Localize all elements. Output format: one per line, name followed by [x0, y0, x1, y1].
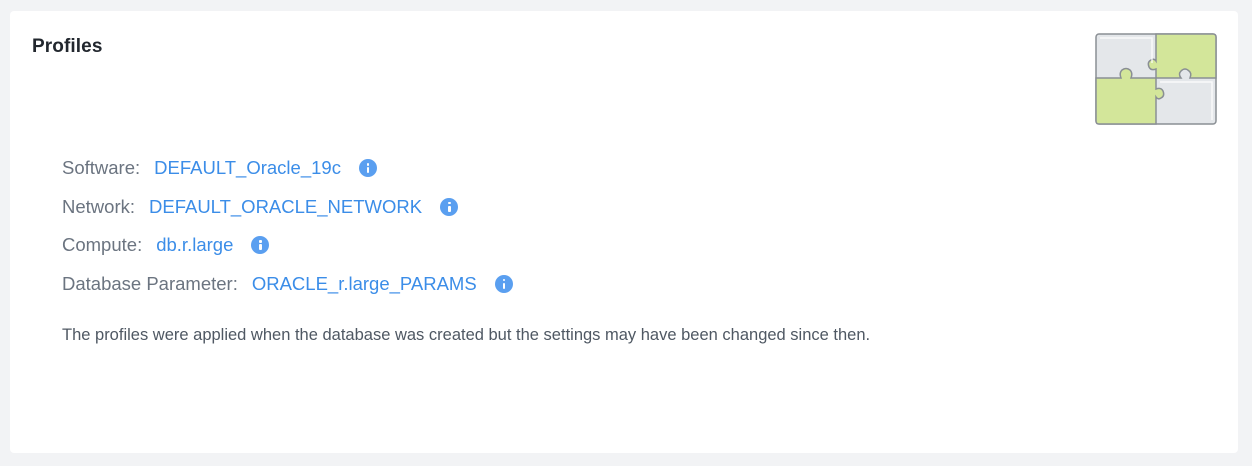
- info-icon[interactable]: [358, 159, 377, 178]
- profiles-card: Profiles Software: DEFAULT_Oracle_19c Ne…: [10, 11, 1238, 453]
- profiles-note: The profiles were applied when the datab…: [62, 326, 871, 344]
- profile-label: Software:: [62, 157, 141, 179]
- profile-row-software: Software: DEFAULT_Oracle_19c: [62, 149, 513, 188]
- database-parameter-profile-link[interactable]: ORACLE_r.large_PARAMS: [252, 273, 477, 295]
- network-profile-link[interactable]: DEFAULT_ORACLE_NETWORK: [149, 196, 422, 218]
- card-title: Profiles: [32, 36, 103, 57]
- profile-row-network: Network: DEFAULT_ORACLE_NETWORK: [62, 188, 513, 227]
- info-icon[interactable]: [494, 274, 513, 293]
- software-profile-link[interactable]: DEFAULT_Oracle_19c: [154, 157, 341, 179]
- profiles-list: Software: DEFAULT_Oracle_19c Network: DE…: [62, 149, 513, 303]
- compute-profile-link[interactable]: db.r.large: [156, 234, 233, 256]
- profile-label: Compute:: [62, 234, 143, 256]
- profile-row-compute: Compute: db.r.large: [62, 226, 513, 265]
- profile-label: Database Parameter:: [62, 272, 238, 294]
- info-icon[interactable]: [251, 236, 270, 255]
- puzzle-pieces-icon: [1095, 33, 1217, 125]
- profile-label: Network:: [62, 195, 135, 217]
- info-icon[interactable]: [440, 197, 459, 216]
- profile-row-database-parameter: Database Parameter: ORACLE_r.large_PARAM…: [62, 265, 513, 304]
